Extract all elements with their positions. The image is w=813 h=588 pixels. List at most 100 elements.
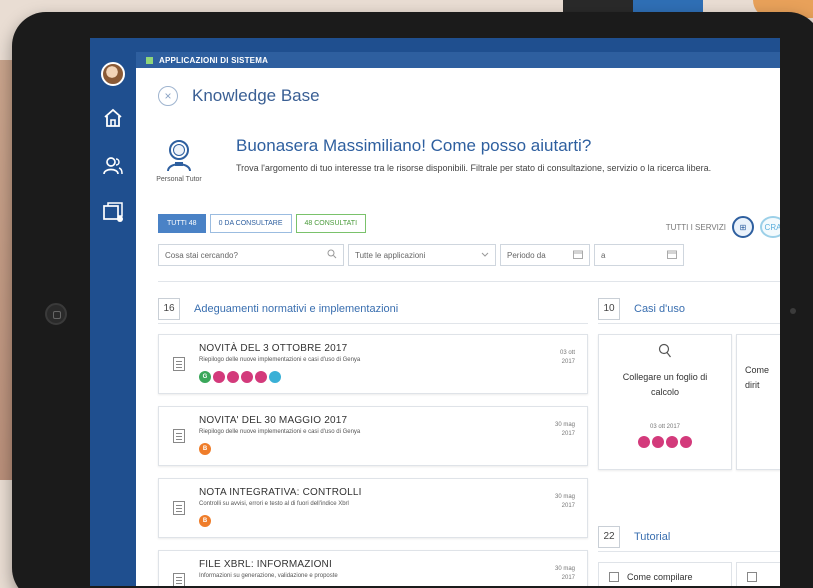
date-to-field[interactable]: a xyxy=(594,244,684,266)
usecase-title-line2: calcolo xyxy=(650,387,679,397)
update-date-day: 30 mag xyxy=(554,566,575,572)
update-card[interactable]: NOVITÀ DEL 3 OTTOBRE 2017 Riepilogo delle… xyxy=(158,334,588,394)
sidebar xyxy=(90,38,136,586)
usecases-section-header[interactable]: 10 Casi d'uso xyxy=(598,294,780,324)
tablet-home-button xyxy=(45,303,67,325)
windows-icon[interactable] xyxy=(101,200,125,224)
divider xyxy=(158,281,780,282)
usecase-app-badges xyxy=(599,436,731,448)
usecase-date: 03 ott 2017 xyxy=(649,424,681,430)
home-icon[interactable] xyxy=(101,106,125,130)
filter-all[interactable]: TUTTI 48 xyxy=(158,214,206,233)
update-date-day: 30 mag xyxy=(554,494,575,500)
usecases-section: 10 Casi d'uso xyxy=(598,294,780,324)
kb-header: × Knowledge Base xyxy=(158,86,320,106)
all-services-icon[interactable]: ⊞ xyxy=(732,216,754,238)
avatar[interactable] xyxy=(101,62,125,86)
app-badge[interactable] xyxy=(638,436,650,448)
update-card[interactable]: NOVITA' DEL 30 MAGGIO 2017 Riepilogo dell… xyxy=(158,406,588,466)
app-badge[interactable] xyxy=(269,371,281,383)
usecase-card[interactable]: Collegare un foglio di calcolo 03 ott 20… xyxy=(598,334,732,470)
document-icon xyxy=(173,501,185,515)
tablet-frame: APPLICAZIONI DI SISTEMA × Knowledge Base… xyxy=(12,12,813,588)
greeting-title: Buonasera Massimiliano! Come posso aiuta… xyxy=(236,136,592,155)
app-badge[interactable] xyxy=(680,436,692,448)
tutorial-count: 22 xyxy=(598,525,620,548)
main-content: × Knowledge Base Personal Tutor Buonaser… xyxy=(136,68,780,586)
tutor-avatar-icon xyxy=(164,138,194,172)
tutor-label: Personal Tutor xyxy=(156,176,202,183)
search-row: Cosa stai cercando? Tutte le applicazion… xyxy=(158,244,684,266)
update-subtitle: Riepilogo delle nuove implementazioni e … xyxy=(199,429,361,435)
update-date-year: 2017 xyxy=(561,431,575,437)
app-badge[interactable] xyxy=(652,436,664,448)
calendar-icon xyxy=(573,250,583,261)
document-icon xyxy=(173,429,185,443)
app-badges: B xyxy=(199,443,211,455)
update-date-year: 2017 xyxy=(561,575,575,581)
updates-section: 16 Adeguamenti normativi e implementazio… xyxy=(158,294,588,324)
page-title: Knowledge Base xyxy=(192,86,320,105)
update-date: 30 mag 2017 xyxy=(541,421,575,439)
tutorial-title: Tutorial xyxy=(634,530,671,543)
usecase-title-line2: dirit xyxy=(745,380,760,390)
app-badge[interactable] xyxy=(213,371,225,383)
tutorial-card[interactable]: Come compilare xyxy=(598,562,732,586)
search-icon xyxy=(327,249,337,261)
services-label[interactable]: TUTTI I SERVIZI xyxy=(666,223,726,232)
tutorial-card[interactable] xyxy=(736,562,780,586)
service-cra-button[interactable]: CRA xyxy=(760,216,780,238)
search-placeholder: Cosa stai cercando? xyxy=(165,250,238,260)
filter-read[interactable]: 48 CONSULTATI xyxy=(295,214,367,233)
update-subtitle: Controlli su avvisi, errori e testo al d… xyxy=(199,501,349,507)
tutorial-item-label: Come compilare xyxy=(627,572,693,582)
calendar-icon xyxy=(667,250,677,261)
app-badge[interactable]: B xyxy=(199,443,211,455)
update-card[interactable]: FILE XBRL: INFORMAZIONI Informazioni su g… xyxy=(158,550,588,586)
update-title: NOTA INTEGRATIVA: CONTROLLI xyxy=(199,487,362,498)
app-badge[interactable] xyxy=(227,371,239,383)
usecases-count: 10 xyxy=(598,297,620,320)
date-from-field[interactable]: Periodo da xyxy=(500,244,590,266)
close-icon[interactable]: × xyxy=(158,86,178,106)
date-from-placeholder: Periodo da xyxy=(507,250,546,260)
search-icon xyxy=(599,343,731,364)
apps-select[interactable]: Tutte le applicazioni xyxy=(348,244,496,266)
app-badge[interactable]: B xyxy=(199,515,211,527)
system-apps-title: APPLICAZIONI DI SISTEMA xyxy=(159,55,269,65)
personal-tutor[interactable]: Personal Tutor xyxy=(156,138,202,183)
usecases-title: Casi d'uso xyxy=(634,302,686,315)
tutorial-section-header[interactable]: 22 Tutorial xyxy=(598,522,780,552)
status-filters: TUTTI 48 0 DA CONSULTARE 48 CONSULTATI xyxy=(158,214,367,233)
update-title: NOVITA' DEL 30 MAGGIO 2017 xyxy=(199,415,348,426)
video-icon xyxy=(609,572,619,582)
filter-to-read[interactable]: 0 DA CONSULTARE xyxy=(209,214,292,233)
update-date: 30 mag 2017 xyxy=(541,493,575,511)
document-icon xyxy=(173,573,185,586)
search-input[interactable]: Cosa stai cercando? xyxy=(158,244,344,266)
updates-count: 16 xyxy=(158,297,180,320)
update-card[interactable]: NOTA INTEGRATIVA: CONTROLLI Controlli su … xyxy=(158,478,588,538)
update-date-day: 03 ott xyxy=(559,350,575,356)
users-icon[interactable] xyxy=(101,154,125,178)
date-to-placeholder: a xyxy=(601,250,606,260)
usecase-card[interactable]: Come dirit xyxy=(736,334,780,470)
app-badge[interactable] xyxy=(241,371,253,383)
update-date-year: 2017 xyxy=(561,359,575,365)
video-icon xyxy=(747,572,757,582)
top-strip xyxy=(136,38,780,52)
update-subtitle: Riepilogo delle nuove implementazioni e … xyxy=(199,357,361,363)
update-title: FILE XBRL: INFORMAZIONI xyxy=(199,559,332,570)
app-badges: B xyxy=(199,515,211,527)
app-screen: APPLICAZIONI DI SISTEMA × Knowledge Base… xyxy=(90,38,780,586)
update-date-day: 30 mag xyxy=(554,422,575,428)
tablet-camera-dot xyxy=(790,308,796,314)
document-icon xyxy=(173,357,185,371)
updates-section-header[interactable]: 16 Adeguamenti normativi e implementazio… xyxy=(158,294,588,324)
app-badge[interactable] xyxy=(666,436,678,448)
app-badge[interactable]: G xyxy=(199,371,211,383)
app-badges: G xyxy=(199,371,281,383)
system-apps-bar[interactable]: APPLICAZIONI DI SISTEMA xyxy=(136,52,780,68)
updates-title: Adeguamenti normativi e implementazioni xyxy=(194,302,399,315)
app-badge[interactable] xyxy=(255,371,267,383)
